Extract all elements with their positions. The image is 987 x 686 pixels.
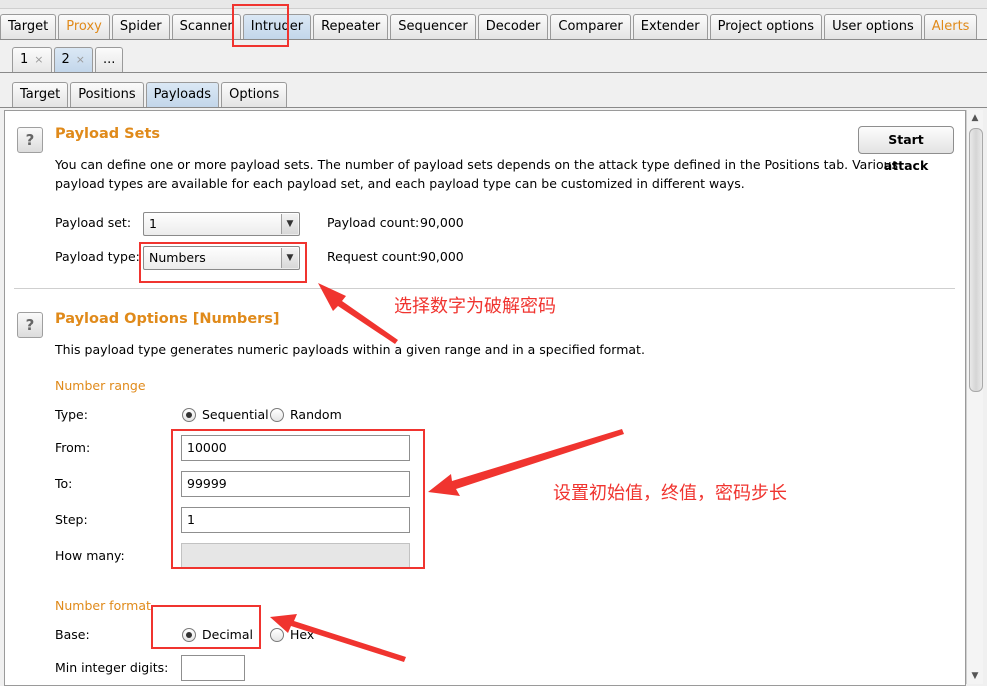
- annotation-set-values: 设置初始值，终值，密码步长: [553, 483, 787, 504]
- annotation-choose-numbers: 选择数字为破解密码: [394, 296, 556, 317]
- arrow-to-payload-type-icon: [318, 283, 398, 344]
- annotation-arrows: [270, 283, 624, 662]
- arrow-to-decimal-icon: [270, 614, 406, 662]
